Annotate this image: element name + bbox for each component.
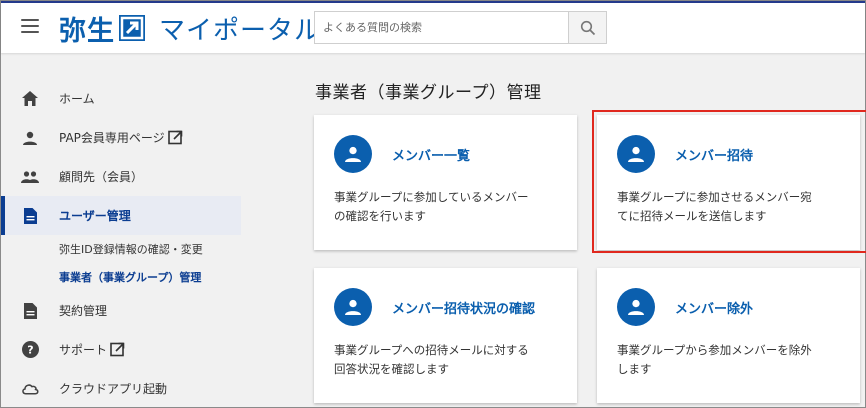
cloud-icon bbox=[21, 380, 39, 398]
card-description-line: します bbox=[617, 362, 652, 376]
card-description-line: 事業グループから参加メンバーを除外 bbox=[617, 343, 812, 357]
brand-arrow-icon bbox=[119, 15, 145, 41]
card-description-line: 事業グループへの招待メールに対する bbox=[334, 343, 529, 357]
sidebar-item-label: 顧問先（会員） bbox=[59, 170, 144, 184]
portal-name: マイポータル bbox=[159, 15, 322, 46]
sidebar-item-clients[interactable]: 顧問先（会員） bbox=[1, 157, 241, 196]
app-header: 弥生 マイポータル bbox=[1, 1, 865, 53]
sidebar-item-label: ホーム bbox=[59, 92, 95, 106]
search-icon bbox=[580, 20, 595, 35]
svg-text:?: ? bbox=[27, 344, 33, 357]
sidebar-item-user-management[interactable]: ユーザー管理 bbox=[1, 196, 241, 235]
sidebar-item-home[interactable]: ホーム bbox=[1, 79, 241, 118]
card-description-line: 事業グループに参加させるメンバー宛 bbox=[617, 190, 812, 204]
card-title: メンバー招待 bbox=[675, 149, 754, 164]
sidebar-item-label: サポート bbox=[59, 343, 108, 357]
search-button[interactable] bbox=[568, 11, 607, 44]
document-icon bbox=[21, 302, 39, 320]
sidebar-item-label: クラウドアプリ起動 bbox=[59, 382, 168, 396]
sidebar-subitem-business-group[interactable]: 事業者（事業グループ）管理 bbox=[1, 263, 241, 291]
card-description-line: 回答状況を確認します bbox=[334, 362, 449, 376]
sidebar-item-label: ユーザー管理 bbox=[59, 209, 131, 223]
card-description-line: の確認を行います bbox=[334, 209, 426, 223]
sidebar-subitem-yayoi-id[interactable]: 弥生ID登録情報の確認・変更 bbox=[1, 235, 241, 263]
card-description-line: てに招待メールを送信します bbox=[617, 209, 767, 223]
sidebar-item-label: PAP会員専用ページ bbox=[59, 131, 165, 145]
brand-name: 弥生 bbox=[59, 15, 115, 47]
person-icon bbox=[617, 135, 655, 173]
person-icon bbox=[21, 129, 39, 147]
card-title: メンバー招待状況の確認 bbox=[392, 302, 536, 317]
card-member-list[interactable]: メンバー一覧 事業グループに参加しているメンバー の確認を行います bbox=[314, 115, 577, 250]
sidebar-item-pap[interactable]: PAP会員専用ページ bbox=[1, 118, 241, 157]
document-icon bbox=[21, 207, 39, 225]
sidebar: ホーム PAP会員専用ページ 顧問先（会員） ユーザー管理 弥生ID登録情報の確… bbox=[1, 79, 241, 408]
sidebar-item-label: 契約管理 bbox=[59, 304, 108, 318]
person-icon bbox=[617, 288, 655, 326]
menu-icon[interactable] bbox=[21, 19, 39, 33]
page-title: 事業者（事業グループ）管理 bbox=[315, 83, 542, 103]
person-icon bbox=[334, 135, 372, 173]
external-link-icon bbox=[167, 130, 183, 145]
home-icon bbox=[21, 90, 39, 108]
search-input[interactable] bbox=[314, 11, 568, 44]
person-icon bbox=[334, 288, 372, 326]
card-invite-status[interactable]: メンバー招待状況の確認 事業グループへの招待メールに対する 回答状況を確認します bbox=[314, 268, 577, 403]
card-description: 事業グループへの招待メールに対する 回答状況を確認します bbox=[334, 341, 564, 379]
brand-logo[interactable]: 弥生 マイポータル bbox=[59, 10, 322, 47]
card-description-line: 事業グループに参加しているメンバー bbox=[334, 190, 529, 204]
card-description: 事業グループから参加メンバーを除外 します bbox=[617, 341, 847, 379]
group-icon bbox=[21, 168, 39, 186]
card-title: メンバー除外 bbox=[675, 302, 754, 317]
help-icon: ? bbox=[21, 341, 39, 359]
card-member-invite[interactable]: メンバー招待 事業グループに参加させるメンバー宛 てに招待メールを送信します bbox=[597, 115, 860, 250]
faq-search bbox=[314, 11, 607, 44]
card-title: メンバー一覧 bbox=[392, 149, 471, 164]
external-link-icon bbox=[110, 342, 125, 357]
sidebar-item-contracts[interactable]: 契約管理 bbox=[1, 291, 241, 330]
sidebar-item-cloud-apps[interactable]: クラウドアプリ起動 bbox=[1, 369, 241, 408]
card-member-remove[interactable]: メンバー除外 事業グループから参加メンバーを除外 します bbox=[597, 268, 860, 403]
sidebar-item-support[interactable]: ? サポート bbox=[1, 330, 241, 369]
card-description: 事業グループに参加させるメンバー宛 てに招待メールを送信します bbox=[617, 188, 847, 226]
card-description: 事業グループに参加しているメンバー の確認を行います bbox=[334, 188, 564, 226]
